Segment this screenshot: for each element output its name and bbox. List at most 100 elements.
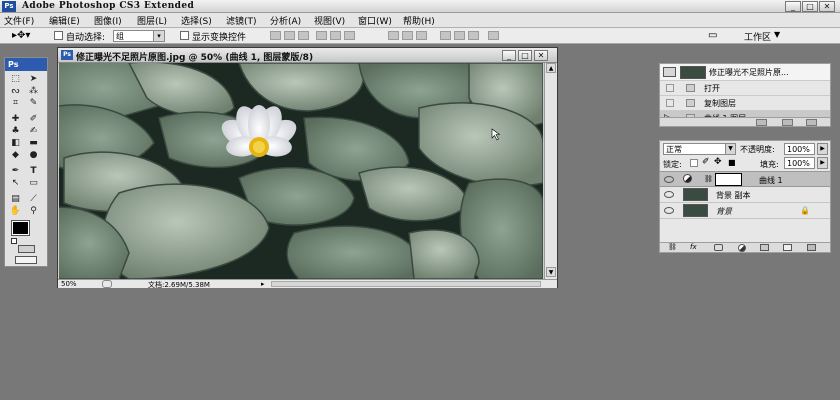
magic-wand-icon[interactable]: ⁂ (27, 86, 40, 96)
crop-tool-icon[interactable]: ⌗ (9, 98, 22, 108)
history-step-duplicate-layer[interactable]: 复制图层 (660, 96, 830, 111)
bridge-icon[interactable]: ▭ (708, 30, 717, 41)
menu-image[interactable]: 图像(I) (94, 14, 122, 27)
history-step-open[interactable]: 打开 (660, 81, 830, 96)
move-tool-icon[interactable]: ▸✥▾ (12, 30, 30, 41)
align-top-icon[interactable] (270, 31, 281, 40)
history-source-box[interactable] (666, 99, 674, 107)
default-colors-icon[interactable] (11, 238, 17, 244)
zoom-level[interactable]: 50% (61, 280, 77, 288)
auto-align-icon[interactable] (488, 31, 499, 40)
zoom-tool-icon[interactable]: ⚲ (27, 206, 40, 216)
new-group-icon[interactable] (760, 244, 769, 251)
dodge-tool-icon[interactable]: ● (27, 150, 40, 160)
link-layers-icon[interactable]: ⛓ (668, 243, 677, 251)
layer-row-curves[interactable]: ⛓ 曲线 1 (660, 171, 830, 187)
align-vcenter-icon[interactable] (284, 31, 295, 40)
healing-brush-icon[interactable]: ✚ (9, 114, 22, 124)
lock-all-icon[interactable]: ■ (728, 158, 736, 167)
show-transform-checkbox[interactable] (180, 31, 189, 40)
lock-image-pixels-icon[interactable]: ✐ (702, 157, 710, 167)
visibility-eye-icon[interactable] (664, 207, 674, 214)
mask-link-icon[interactable]: ⛓ (704, 175, 713, 183)
gradient-tool-icon[interactable]: ▬ (27, 138, 40, 148)
history-source-box[interactable] (666, 84, 674, 92)
lock-position-icon[interactable]: ✥ (714, 157, 722, 167)
layer-style-icon[interactable]: fx (690, 243, 697, 251)
clone-stamp-icon[interactable]: ♣ (9, 126, 22, 136)
menu-file[interactable]: 文件(F) (4, 14, 34, 27)
status-toggle-icon[interactable] (102, 280, 112, 288)
align-bottom-icon[interactable] (298, 31, 309, 40)
distribute-right-icon[interactable] (468, 31, 479, 40)
distribute-bottom-icon[interactable] (416, 31, 427, 40)
slice-tool-icon[interactable]: ✎ (27, 98, 40, 108)
history-snapshot-row[interactable]: 修正曝光不足照片原... (660, 64, 830, 81)
close-button[interactable]: ✕ (819, 1, 835, 12)
doc-close-button[interactable]: ✕ (534, 50, 548, 61)
distribute-top-icon[interactable] (388, 31, 399, 40)
workspace-chevron-down-icon[interactable]: ▼ (774, 30, 780, 39)
doc-minimize-button[interactable]: _ (502, 50, 516, 61)
maximize-button[interactable]: □ (802, 1, 818, 12)
align-right-icon[interactable] (344, 31, 355, 40)
align-hcenter-icon[interactable] (330, 31, 341, 40)
shape-tool-icon[interactable]: ▭ (27, 178, 40, 188)
new-adjustment-layer-icon[interactable] (738, 244, 746, 252)
chevron-down-icon[interactable]: ▼ (725, 144, 735, 154)
eraser-tool-icon[interactable]: ◧ (9, 138, 22, 148)
screen-mode-icon[interactable] (15, 256, 37, 264)
delete-state-icon[interactable] (806, 119, 817, 126)
menu-analysis[interactable]: 分析(A) (270, 14, 301, 27)
status-menu-arrow-icon[interactable]: ▸ (261, 280, 265, 288)
vertical-scrollbar[interactable]: ▲ ▼ (544, 63, 557, 279)
opacity-slider-arrow-icon[interactable]: ▶ (817, 143, 828, 155)
type-tool-icon[interactable]: T (27, 166, 40, 176)
distribute-hcenter-icon[interactable] (454, 31, 465, 40)
distribute-vcenter-icon[interactable] (402, 31, 413, 40)
menu-window[interactable]: 窗口(W) (358, 14, 392, 27)
horizontal-scrollbar[interactable] (271, 281, 541, 287)
scroll-down-arrow-icon[interactable]: ▼ (546, 267, 556, 277)
lasso-tool-icon[interactable]: ᔓ (9, 86, 22, 96)
opacity-field[interactable]: 100% (784, 143, 815, 155)
notes-tool-icon[interactable]: ▤ (9, 194, 22, 204)
visibility-eye-icon[interactable] (664, 191, 674, 198)
path-selection-icon[interactable]: ↖ (9, 178, 22, 188)
hand-tool-icon[interactable]: ✋ (9, 206, 22, 216)
fill-field[interactable]: 100% (784, 157, 815, 169)
menu-view[interactable]: 视图(V) (314, 14, 345, 27)
document-title-bar[interactable]: Ps 修正曝光不足照片原图.jpg @ 50% (曲线 1, 图层蒙版/8) _… (58, 48, 557, 63)
pen-tool-icon[interactable]: ✒ (9, 166, 22, 176)
layer-row-background[interactable]: 背景 🔒 (660, 203, 830, 219)
eyedropper-icon[interactable]: ⟋ (27, 194, 40, 204)
new-document-from-state-icon[interactable] (756, 119, 767, 126)
delete-layer-icon[interactable] (807, 244, 816, 251)
menu-filter[interactable]: 滤镜(T) (226, 14, 257, 27)
foreground-color-swatch[interactable] (11, 220, 30, 236)
menu-select[interactable]: 选择(S) (181, 14, 212, 27)
document-canvas[interactable] (59, 63, 543, 279)
history-brush-icon[interactable]: ✍ (27, 126, 40, 136)
move-tool-icon[interactable]: ➤ (27, 74, 40, 84)
create-snapshot-icon[interactable] (782, 119, 793, 126)
layer-mask-thumbnail[interactable] (715, 173, 742, 186)
menu-edit[interactable]: 编辑(E) (49, 14, 80, 27)
add-mask-icon[interactable] (714, 244, 723, 251)
lock-transparency-icon[interactable] (690, 159, 698, 167)
align-left-icon[interactable] (316, 31, 327, 40)
quick-mask-icon[interactable] (18, 245, 35, 253)
doc-maximize-button[interactable]: □ (518, 50, 532, 61)
auto-select-dropdown[interactable]: 组 ▾ (113, 30, 165, 42)
minimize-button[interactable]: _ (785, 1, 801, 12)
menu-help[interactable]: 帮助(H) (403, 14, 435, 27)
workspace-label[interactable]: 工作区 (744, 30, 771, 43)
new-layer-icon[interactable] (783, 244, 792, 251)
chevron-down-icon[interactable]: ▾ (153, 31, 164, 41)
distribute-left-icon[interactable] (440, 31, 451, 40)
blur-tool-icon[interactable]: ◆ (9, 150, 22, 160)
scroll-up-arrow-icon[interactable]: ▲ (546, 63, 556, 73)
marquee-tool-icon[interactable]: ⬚ (9, 74, 22, 84)
layer-row-background-copy[interactable]: 背景 副本 (660, 187, 830, 203)
brush-tool-icon[interactable]: ✐ (27, 114, 40, 124)
